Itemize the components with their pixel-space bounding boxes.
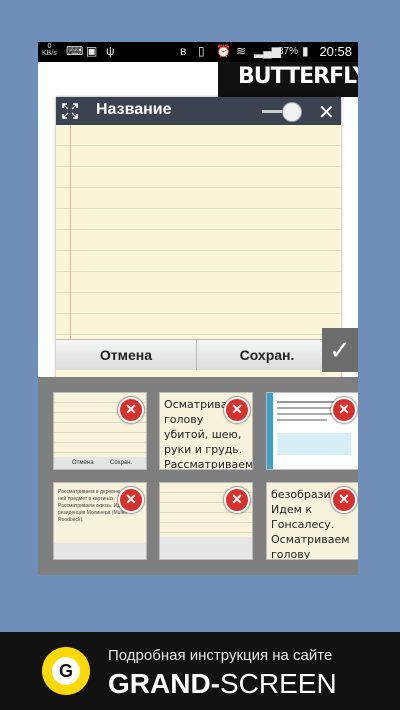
battery-percent: 87% (278, 46, 299, 57)
thumbnail-keyboard (54, 543, 146, 559)
footer-banner: G Подробная инструкция на сайте GRAND-SC… (0, 632, 400, 710)
background-logo: BUTTERFLY (238, 64, 358, 89)
keyboard-icon: ⌨ (66, 44, 84, 58)
thumbnail-web-sidebar (267, 393, 273, 469)
footer-brand-bold: GRAND- (108, 668, 220, 699)
clock: 20:58 (319, 44, 352, 59)
grand-screen-logo-icon: G (42, 647, 90, 695)
save-button[interactable]: Сохран. (197, 340, 338, 370)
footer-brand: GRAND-SCREEN (108, 668, 337, 700)
memo-title: Название (96, 101, 172, 118)
thumbnail-cancel-label: Отмена (72, 460, 94, 466)
expand-icon-svg (62, 103, 78, 119)
close-icon[interactable]: ✕ (318, 100, 335, 125)
alarm-icon: ⏰ (216, 44, 231, 58)
bluetooth-icon: ʙ (180, 44, 187, 58)
close-thumbnail-icon[interactable]: ✕ (118, 397, 144, 423)
vibrate-icon: ▯ (198, 44, 205, 58)
phone-screen: 0 KB/s ⌨ ▣ ψ ʙ ▯ ⏰ ≋ ▂▄▆ 87% ▮ 20:58 BUT… (38, 42, 358, 575)
close-thumbnail-icon[interactable]: ✕ (118, 487, 144, 513)
signal-icon: ▂▄▆ (254, 44, 281, 58)
status-bar: 0 KB/s ⌨ ▣ ψ ʙ ▯ ⏰ ≋ ▂▄▆ 87% ▮ 20:58 (38, 42, 358, 62)
thumbnail-save-label: Сохран. (110, 460, 133, 466)
qmemo-window: Название ✕ Отмена Сохран. (56, 97, 341, 387)
footer-brand-light: SCREEN (220, 668, 337, 699)
network-speed-value: 0 (47, 43, 52, 50)
thumbnail-keyboard (160, 537, 252, 559)
expand-icon[interactable] (62, 103, 78, 119)
thumbnail-web-line (277, 419, 327, 421)
wifi-icon: ≋ (236, 44, 247, 58)
network-speed-unit: KB/s (42, 50, 57, 57)
recent-thumbnails: Отмена Сохран. ✕ Осматриваем голову убит… (38, 377, 358, 575)
cancel-button[interactable]: Отмена (56, 340, 197, 370)
close-thumbnail-icon[interactable]: ✕ (331, 397, 357, 423)
image-icon: ▣ (86, 44, 98, 58)
thumbnail-web-panel (277, 433, 351, 455)
memo-button-bar: Отмена Сохран. (56, 339, 341, 370)
battery-icon: ▮ (302, 44, 309, 58)
logo-letter: G (52, 657, 80, 685)
close-thumbnail-icon[interactable]: ✕ (224, 397, 250, 423)
footer-tagline: Подробная инструкция на сайте (108, 647, 333, 664)
network-speed: 0 KB/s (42, 43, 57, 57)
usb-icon: ψ (106, 44, 115, 58)
close-thumbnail-icon[interactable]: ✕ (331, 487, 357, 513)
transparency-slider-handle[interactable] (282, 102, 302, 122)
thumbnail-web-line (277, 407, 337, 409)
thumbnail-buttons: Отмена Сохран. (54, 457, 146, 469)
close-thumbnail-icon[interactable]: ✕ (224, 487, 250, 513)
checkmark-button[interactable]: ✓ (322, 328, 358, 372)
paper-margin-line (70, 125, 71, 339)
memo-header: Название ✕ (56, 97, 341, 125)
memo-paper[interactable] (56, 125, 341, 339)
